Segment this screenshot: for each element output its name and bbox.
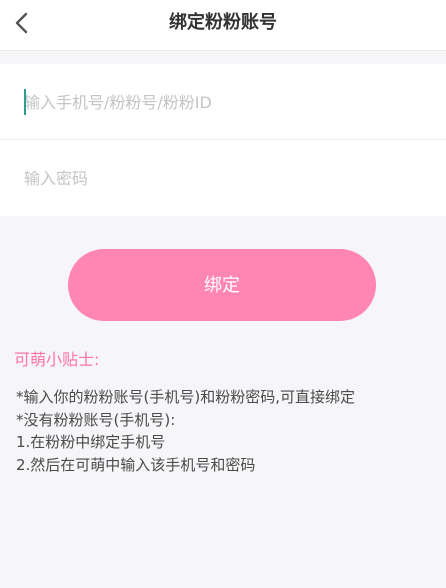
account-field-row xyxy=(0,64,446,140)
tip-line: *输入你的粉粉账号(手机号)和粉粉密码,可直接绑定 xyxy=(16,388,355,406)
text-caret xyxy=(24,89,26,115)
password-input[interactable] xyxy=(24,164,424,192)
password-field-row xyxy=(0,140,446,216)
tip-line: *没有粉粉账号(手机号): xyxy=(16,410,176,429)
tips-title: 可萌小贴士: xyxy=(14,350,100,369)
page-title: 绑定粉粉账号 xyxy=(169,12,277,33)
bind-button[interactable]: 绑定 xyxy=(68,249,376,321)
login-form xyxy=(0,64,446,216)
top-bar: 绑定粉粉账号 xyxy=(0,0,446,51)
tip-line: 2.然后在可萌中输入该手机号和密码 xyxy=(16,455,256,474)
account-input[interactable] xyxy=(24,88,424,116)
tips-list: *输入你的粉粉账号(手机号)和粉粉密码,可直接绑定 *没有粉粉账号(手机号): … xyxy=(16,386,436,476)
tip-line: 1.在粉粉中绑定手机号 xyxy=(16,433,166,451)
